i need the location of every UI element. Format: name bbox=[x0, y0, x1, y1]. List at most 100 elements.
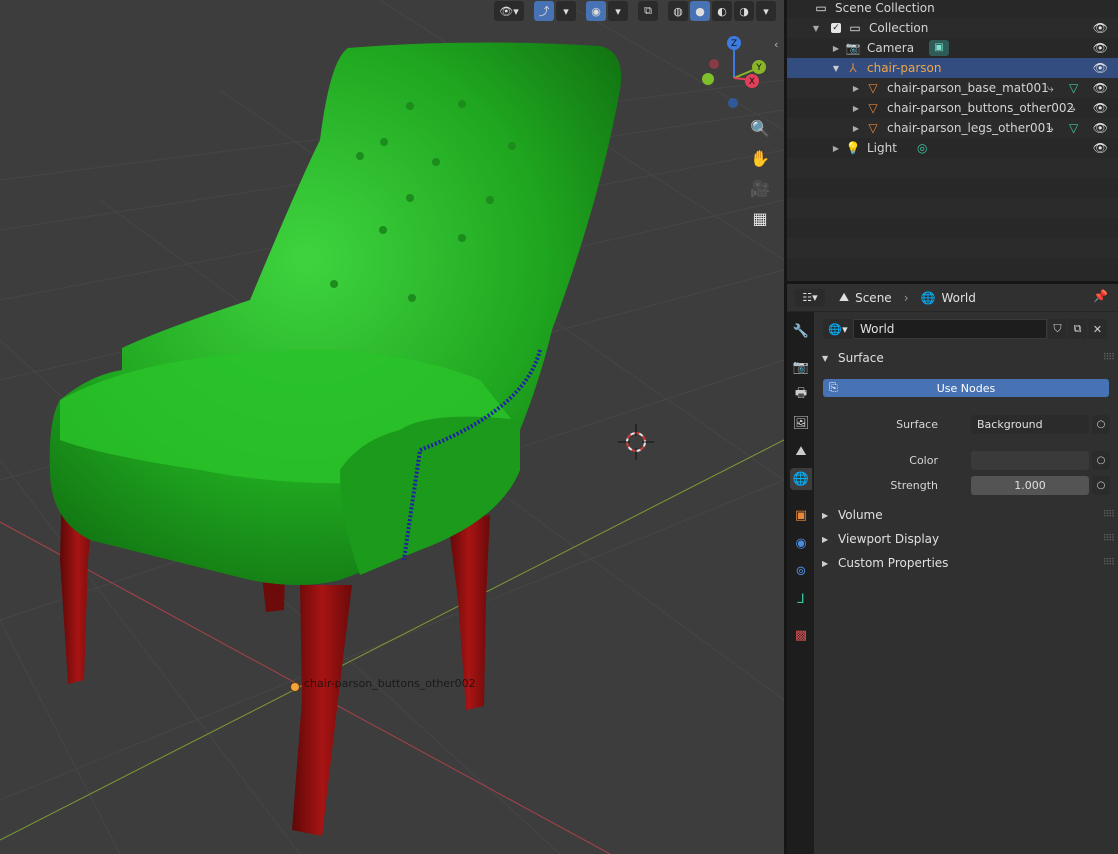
outliner-row-camera[interactable]: ▶ 📷 Camera ▣ 👁 bbox=[787, 38, 1118, 58]
modifier-icon[interactable]: ⤷ bbox=[1047, 121, 1054, 136]
zoom-icon[interactable]: 🔍 bbox=[748, 116, 772, 140]
visibility-eye-icon[interactable]: 👁 bbox=[1093, 61, 1108, 75]
gizmo-y-label: Y bbox=[755, 63, 762, 73]
mesh-data-icon[interactable]: ▽ bbox=[1069, 121, 1078, 135]
fake-user-shield-icon[interactable]: ⛉ bbox=[1048, 319, 1067, 339]
outliner-row-buttons[interactable]: ▶ ▽ chair-parson_buttons_other002 ⤷ 👁 bbox=[787, 98, 1118, 118]
grid-ortho-icon[interactable]: ▦ bbox=[748, 206, 772, 230]
navigation-gizmo[interactable]: Z Y X bbox=[700, 34, 770, 114]
world-icon: 🌐 bbox=[920, 290, 936, 305]
color-swatch[interactable] bbox=[971, 450, 1089, 470]
editor-type-icon[interactable]: ☷▾ bbox=[795, 288, 825, 307]
object-tab-icon[interactable]: ▣ bbox=[790, 504, 812, 526]
render-tab-icon[interactable]: 📷 bbox=[790, 356, 812, 378]
expand-triangle-icon[interactable]: ▼ bbox=[831, 64, 841, 73]
gizmo-icon[interactable]: ⤴ bbox=[534, 1, 554, 21]
custom-properties-section-header[interactable]: ▶ Custom Properties ⠿⠿ bbox=[814, 552, 1118, 574]
visibility-eye-icon[interactable]: 👁 bbox=[1093, 21, 1108, 35]
constraints-tab-icon[interactable]: ⊚ bbox=[790, 560, 812, 582]
scene-tab-icon[interactable]: ⛰ bbox=[790, 440, 812, 462]
visibility-eye-icon[interactable]: 👁 bbox=[1093, 101, 1108, 115]
drag-grip-icon[interactable]: ⠿⠿ bbox=[1103, 534, 1115, 544]
modifier-icon[interactable]: ⤷ bbox=[1069, 101, 1076, 116]
drag-grip-icon[interactable]: ⠿⠿ bbox=[1103, 558, 1115, 568]
duplicate-icon[interactable]: ⧉ bbox=[1068, 319, 1087, 339]
surface-section-header[interactable]: ▼ Surface ⠿⠿ bbox=[814, 347, 1118, 369]
texture-tab-icon[interactable]: ▩ bbox=[790, 624, 812, 646]
camera-view-icon[interactable]: 🎥 bbox=[748, 176, 772, 200]
strength-slider[interactable]: 1.000 bbox=[971, 475, 1089, 495]
physics-tab-icon[interactable]: ◉ bbox=[790, 532, 812, 554]
sidebar-toggle-icon[interactable]: ‹ bbox=[774, 38, 778, 51]
3d-viewport[interactable]: 👁▾ ⤴ ▾ ◉ ▾ ⧉ ◍ ● ◐ ◑ ▾ ‹ Z Y X 🔍 ✋ 🎥 ▦ c… bbox=[0, 0, 784, 854]
drag-grip-icon[interactable]: ⠿⠿ bbox=[1103, 510, 1115, 520]
breadcrumb-scene[interactable]: Scene bbox=[855, 291, 892, 305]
overlay-dropdown-icon[interactable]: ▾ bbox=[608, 1, 628, 21]
material-shading-icon[interactable]: ◐ bbox=[712, 1, 732, 21]
outliner[interactable]: ▭ Scene Collection ▼ ✓ ▭ Collection 👁 ▶ … bbox=[787, 0, 1118, 281]
outliner-row-chair-parson[interactable]: ▼ ⅄ chair-parson 👁 bbox=[787, 58, 1118, 78]
expand-triangle-icon[interactable]: ▶ bbox=[831, 144, 841, 153]
solid-shading-icon[interactable]: ● bbox=[690, 1, 710, 21]
world-name-field[interactable]: World bbox=[853, 319, 1047, 339]
modifier-icon[interactable]: ⤷ bbox=[1047, 81, 1054, 96]
view-layer-tab-icon[interactable]: 🖼 bbox=[790, 412, 812, 434]
surface-shader-field[interactable]: Background bbox=[971, 414, 1089, 434]
chair-body[interactable] bbox=[49, 42, 622, 585]
outliner-row-light[interactable]: ▶ 💡 Light ◎ 👁 bbox=[787, 138, 1118, 158]
light-icon: 💡 bbox=[845, 141, 861, 155]
link-socket-icon[interactable]: ○ bbox=[1092, 475, 1110, 495]
properties-editor[interactable]: ☷▾ ⛰ Scene › 🌐 World 📌 🔧 📷 🖶 🖼 ⛰ 🌐 ▣ ◉ ⊚… bbox=[787, 284, 1118, 854]
unlink-close-icon[interactable]: ✕ bbox=[1088, 319, 1107, 339]
surface-shader-row: Surface Background ○ bbox=[814, 414, 1118, 434]
properties-header: ☷▾ ⛰ Scene › 🌐 World 📌 bbox=[787, 284, 1118, 312]
visibility-eye-icon[interactable]: 👁 bbox=[1093, 141, 1108, 155]
expand-triangle-icon[interactable]: ▶ bbox=[831, 44, 841, 53]
xray-icon[interactable]: ⧉ bbox=[638, 1, 658, 21]
scene-canvas[interactable] bbox=[0, 0, 784, 854]
pin-icon[interactable]: 📌 bbox=[1093, 289, 1108, 303]
gizmo-dropdown-icon[interactable]: ▾ bbox=[556, 1, 576, 21]
visibility-eye-icon[interactable]: 👁 bbox=[1093, 41, 1108, 55]
drag-grip-icon[interactable]: ⠿⠿ bbox=[1103, 353, 1115, 363]
camera-data-icon[interactable]: ▣ bbox=[929, 40, 949, 56]
light-data-icon[interactable]: ◎ bbox=[917, 141, 927, 155]
exclude-checkbox[interactable]: ✓ bbox=[831, 23, 841, 33]
hand-pan-icon[interactable]: ✋ bbox=[748, 146, 772, 170]
3d-cursor[interactable] bbox=[618, 424, 654, 460]
mesh-data-icon[interactable]: ▽ bbox=[1069, 81, 1078, 95]
volume-section-header[interactable]: ▶ Volume ⠿⠿ bbox=[814, 504, 1118, 526]
viewport-display-section-header[interactable]: ▶ Viewport Display ⠿⠿ bbox=[814, 528, 1118, 550]
output-tab-icon[interactable]: 🖶 bbox=[790, 384, 812, 406]
outliner-row-scene-collection[interactable]: ▭ Scene Collection bbox=[787, 0, 1118, 18]
gizmo-z-label: Z bbox=[731, 39, 737, 49]
use-nodes-button[interactable]: ⎘ Use Nodes bbox=[823, 379, 1109, 397]
overlay-icon[interactable]: ◉ bbox=[586, 1, 606, 21]
section-label: Viewport Display bbox=[838, 532, 940, 546]
expand-triangle-icon[interactable]: ▶ bbox=[851, 84, 861, 93]
rendered-shading-icon[interactable]: ◑ bbox=[734, 1, 754, 21]
outliner-row-legs[interactable]: ▶ ▽ chair-parson_legs_other001 ⤷ ▽ 👁 bbox=[787, 118, 1118, 138]
camera-icon: 📷 bbox=[845, 41, 861, 55]
outliner-row-collection[interactable]: ▼ ✓ ▭ Collection 👁 bbox=[787, 18, 1118, 38]
breadcrumb-world[interactable]: World bbox=[941, 291, 975, 305]
world-browse-icon[interactable]: 🌐▾ bbox=[823, 319, 853, 339]
visibility-eye-icon[interactable]: 👁 bbox=[1093, 121, 1108, 135]
outliner-row-base-mat[interactable]: ▶ ▽ chair-parson_base_mat001 ⤷ ▽ 👁 bbox=[787, 78, 1118, 98]
world-tab-icon[interactable]: 🌐 bbox=[790, 468, 812, 490]
link-socket-icon[interactable]: ○ bbox=[1092, 414, 1110, 434]
visibility-eye-icon[interactable]: 👁 bbox=[1093, 81, 1108, 95]
expand-triangle-icon[interactable]: ▶ bbox=[851, 124, 861, 133]
strength-row: Strength 1.000 ○ bbox=[814, 475, 1118, 495]
object-origin-dot[interactable] bbox=[290, 682, 300, 692]
wireframe-shading-icon[interactable]: ◍ bbox=[668, 1, 688, 21]
expand-triangle-icon[interactable]: ▼ bbox=[811, 24, 821, 33]
tool-tab-icon[interactable]: 🔧 bbox=[790, 320, 812, 342]
shading-dropdown-icon[interactable]: ▾ bbox=[756, 1, 776, 21]
gizmo-x-label: X bbox=[749, 77, 755, 87]
link-socket-icon[interactable]: ○ bbox=[1092, 450, 1110, 470]
view-object-types-icon[interactable]: 👁▾ bbox=[494, 1, 524, 21]
prop-label: Color bbox=[909, 453, 938, 467]
object-data-tab-icon[interactable]: ⅃ bbox=[790, 588, 812, 610]
expand-triangle-icon[interactable]: ▶ bbox=[851, 104, 861, 113]
